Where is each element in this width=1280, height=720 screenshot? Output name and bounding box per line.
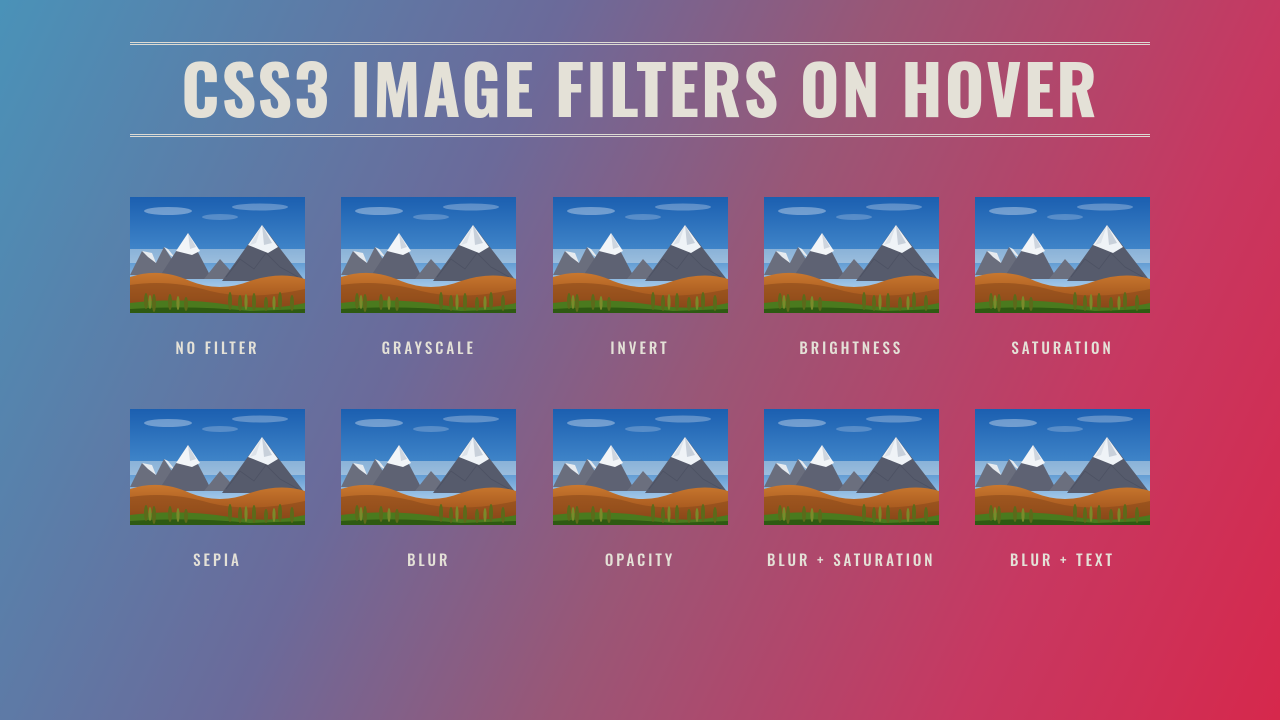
filter-grid: NO FILTER GRAYSCALE INVERT BRIGHTNESS SA…: [130, 197, 1150, 571]
filter-card-sepia[interactable]: SEPIA: [130, 409, 305, 571]
filter-label: SEPIA: [130, 549, 305, 571]
filter-thumb: [764, 197, 939, 313]
filter-label: BRIGHTNESS: [764, 337, 939, 359]
filter-thumb: [553, 409, 728, 525]
filter-thumb: [341, 409, 516, 525]
filter-thumb: [764, 409, 939, 525]
filter-thumb: [130, 409, 305, 525]
filter-card-blur-saturation[interactable]: BLUR + SATURATION: [764, 409, 939, 571]
filter-label: NO FILTER: [130, 337, 305, 359]
filter-thumb: [975, 197, 1150, 313]
filter-thumb: [341, 197, 516, 313]
filter-label: BLUR: [341, 549, 516, 571]
filter-card-blur-text[interactable]: BLUR + TEXT: [975, 409, 1150, 571]
filter-label: BLUR + SATURATION: [764, 549, 939, 571]
filter-thumb: [130, 197, 305, 313]
filter-card-saturation[interactable]: SATURATION: [975, 197, 1150, 359]
filter-card-grayscale[interactable]: GRAYSCALE: [341, 197, 516, 359]
filter-label: INVERT: [553, 337, 728, 359]
filter-card-brightness[interactable]: BRIGHTNESS: [764, 197, 939, 359]
filter-thumb: [553, 197, 728, 313]
filter-card-opacity[interactable]: OPACITY: [553, 409, 728, 571]
filter-label: GRAYSCALE: [341, 337, 516, 359]
filter-thumb: [975, 409, 1150, 525]
filter-card-no-filter[interactable]: NO FILTER: [130, 197, 305, 359]
filter-label: OPACITY: [553, 549, 728, 571]
page-title: CSS3 IMAGE FILTERS ON HOVER: [130, 49, 1150, 128]
filter-card-blur[interactable]: BLUR: [341, 409, 516, 571]
filter-card-invert[interactable]: INVERT: [553, 197, 728, 359]
filter-label: BLUR + TEXT: [975, 549, 1150, 571]
filter-label: SATURATION: [975, 337, 1150, 359]
